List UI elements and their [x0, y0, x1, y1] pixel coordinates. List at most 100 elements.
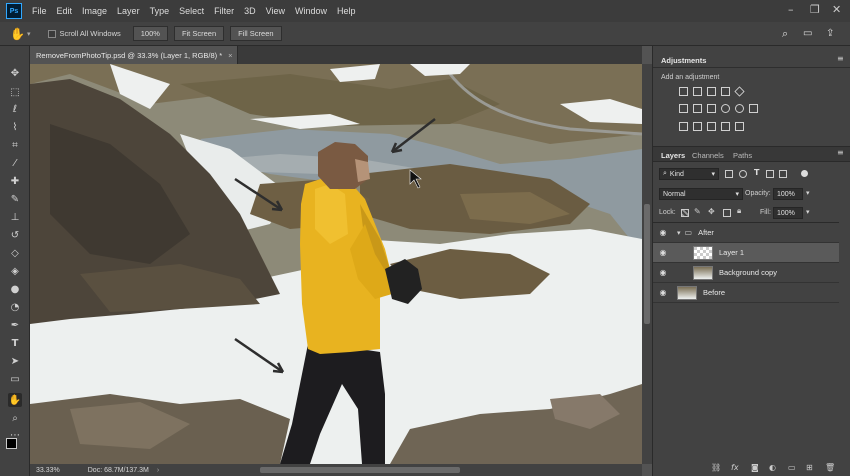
document-tab[interactable]: RemoveFromPhotoTip.psd @ 33.3% (Layer 1,… [30, 46, 238, 64]
chevron-down-icon[interactable]: ▾ [806, 208, 810, 216]
color-balance-icon[interactable] [693, 104, 702, 113]
quick-select-icon[interactable]: ⌇ [8, 120, 22, 134]
menu-view[interactable]: View [266, 6, 285, 16]
zoom-icon[interactable]: ⌕ [8, 411, 22, 425]
delete-layer-icon[interactable]: 🗑︎ [825, 463, 835, 472]
layer-row-layer1[interactable]: ◉ Layer 1 [653, 243, 839, 263]
history-brush-icon[interactable]: ↺ [8, 228, 22, 242]
photo-filter-icon[interactable] [721, 104, 730, 113]
eraser-icon[interactable]: ◇ [8, 246, 22, 260]
menu-type[interactable]: Type [150, 6, 170, 16]
channel-mixer-icon[interactable] [735, 104, 744, 113]
horizontal-scrollbar[interactable] [260, 467, 460, 473]
filter-type-icon[interactable]: T [754, 168, 759, 177]
eyedropper-icon[interactable]: ⁄ [8, 156, 22, 170]
tab-adjustments[interactable]: Adjustments [661, 56, 706, 65]
scroll-all-windows-checkbox[interactable]: Scroll All Windows [48, 29, 121, 38]
exposure-icon[interactable] [721, 87, 730, 96]
eye-icon[interactable]: ◉ [653, 288, 673, 297]
invert-icon[interactable] [679, 122, 688, 131]
fx-icon[interactable]: fx [731, 463, 739, 472]
lasso-icon[interactable]: ℓ [8, 102, 22, 116]
scroll-thumb[interactable] [644, 204, 650, 324]
hand-icon[interactable]: ✋ [10, 27, 25, 41]
filter-kind-select[interactable]: ⌕ Kind ▾ [659, 168, 719, 180]
lock-transparent-icon[interactable] [681, 209, 689, 217]
eye-icon[interactable]: ◉ [653, 248, 673, 257]
move-icon[interactable]: ✥ [8, 66, 22, 80]
marquee-icon[interactable]: ⬚ [8, 85, 22, 99]
brush-icon[interactable]: ✎ [8, 192, 22, 206]
paint-bucket-icon[interactable]: ◈ [8, 264, 22, 278]
dropdown-icon[interactable]: ▾ [27, 30, 31, 38]
shape-icon[interactable]: ▭ [8, 372, 22, 386]
chevron-down-icon[interactable]: ▾ [677, 229, 681, 237]
share-icon[interactable]: ⇪ [826, 28, 834, 39]
new-adjustment-icon[interactable]: ◐ [769, 463, 776, 472]
hue-saturation-icon[interactable] [679, 104, 688, 113]
clone-stamp-icon[interactable]: ⊥ [8, 210, 22, 224]
vibrance-icon[interactable] [734, 86, 745, 97]
tab-layers[interactable]: Layers [661, 151, 685, 160]
eye-icon[interactable]: ◉ [653, 228, 673, 237]
color-lookup-icon[interactable] [749, 104, 758, 113]
layers-menu-icon[interactable]: ≡ [837, 148, 844, 157]
status-arrow-icon[interactable]: › [157, 467, 159, 474]
foreground-color-swatch[interactable] [6, 438, 17, 449]
threshold-icon[interactable] [707, 122, 716, 131]
brightness-icon[interactable] [679, 87, 688, 96]
lock-pixels-icon[interactable]: ✎ [694, 207, 701, 216]
add-mask-icon[interactable]: ◙ [751, 463, 759, 472]
image-canvas[interactable] [30, 64, 642, 464]
menu-file[interactable]: File [32, 6, 47, 16]
tab-close-icon[interactable]: × [228, 51, 232, 60]
filter-toggle-icon[interactable] [801, 170, 808, 177]
close-icon[interactable]: ✕ [832, 3, 841, 16]
search-icon[interactable]: ⌕ [782, 27, 788, 41]
checkbox-box[interactable] [48, 29, 57, 38]
curves-icon[interactable] [707, 87, 716, 96]
crop-icon[interactable]: ⌗ [8, 138, 22, 152]
lock-position-icon[interactable]: ✥ [708, 207, 715, 216]
blend-mode-select[interactable]: Normal ▾ [659, 188, 743, 200]
filter-pixel-icon[interactable] [725, 170, 733, 178]
menu-filter[interactable]: Filter [214, 6, 234, 16]
layer-row-background-copy[interactable]: ◉ Background copy [653, 263, 839, 283]
gradient-map-icon[interactable] [721, 122, 730, 131]
filter-shape-icon[interactable] [766, 170, 774, 178]
chevron-down-icon[interactable]: ▾ [806, 189, 810, 197]
filter-smart-icon[interactable] [779, 170, 787, 178]
layer-row-before[interactable]: ◉ Before [653, 283, 839, 303]
fit-screen-button[interactable]: Fit Screen [173, 26, 225, 41]
dodge-icon[interactable]: ◔ [8, 300, 22, 314]
panel-menu-icon[interactable]: ≡ [837, 54, 844, 63]
blur-icon[interactable]: ● [8, 282, 22, 296]
path-select-icon[interactable]: ➤ [8, 354, 22, 368]
eye-icon[interactable]: ◉ [653, 268, 673, 277]
fill-field[interactable]: 100% [773, 207, 803, 219]
tab-paths[interactable]: Paths [733, 151, 752, 160]
minimize-icon[interactable]: – [788, 3, 794, 16]
menu-select[interactable]: Select [179, 6, 204, 16]
filter-adjustment-icon[interactable] [739, 170, 747, 178]
opacity-field[interactable]: 100% [773, 188, 803, 200]
zoom-100-button[interactable]: 100% [132, 26, 168, 41]
levels-icon[interactable] [693, 87, 702, 96]
menu-window[interactable]: Window [295, 6, 327, 16]
lock-artboard-icon[interactable] [723, 209, 731, 217]
black-white-icon[interactable] [707, 104, 716, 113]
maximize-icon[interactable]: ❐ [810, 3, 820, 16]
menu-edit[interactable]: Edit [57, 6, 73, 16]
zoom-level[interactable]: 33.33% [36, 467, 60, 474]
menu-image[interactable]: Image [82, 6, 107, 16]
hand-tool-icon[interactable]: ✋ [8, 393, 22, 407]
workspace-icon[interactable]: ▭ [803, 28, 812, 39]
vertical-scrollbar[interactable] [642, 64, 652, 464]
menu-layer[interactable]: Layer [117, 6, 140, 16]
fill-screen-button[interactable]: Fill Screen [230, 26, 282, 41]
pen-icon[interactable]: ✒ [8, 318, 22, 332]
posterize-icon[interactable] [693, 122, 702, 131]
menu-help[interactable]: Help [337, 6, 356, 16]
layer-group-after[interactable]: ◉ ▾ ▭ After [653, 223, 839, 243]
text-icon[interactable]: T [8, 336, 22, 350]
